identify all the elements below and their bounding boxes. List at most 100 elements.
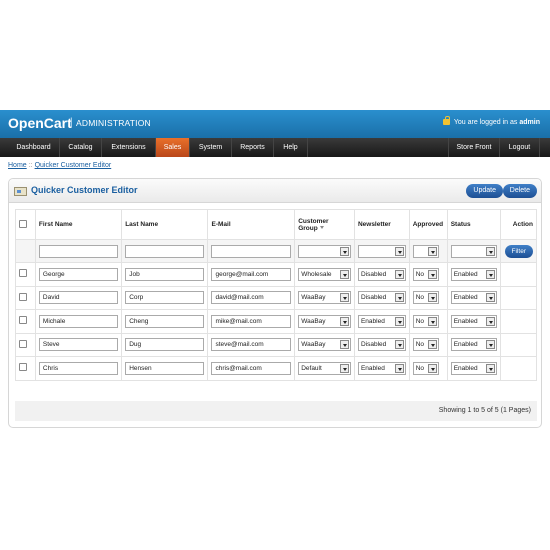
- newsletter-select[interactable]: Disabled: [357, 291, 406, 305]
- first-name-cell: Chris: [34, 356, 123, 381]
- filter-last-name-input[interactable]: [125, 244, 205, 258]
- filter-group-select[interactable]: [298, 244, 351, 258]
- email-field[interactable]: steve@mail.com: [211, 338, 292, 352]
- row-checkbox[interactable]: [19, 316, 27, 325]
- table-header-row: First Name Last Name E-Mail Customer Grou…: [15, 209, 537, 240]
- dropdown-arrow-icon: [339, 340, 349, 350]
- email-field[interactable]: mike@mail.com: [211, 314, 292, 328]
- menu-item-system[interactable]: System: [190, 138, 232, 157]
- customer-group-select[interactable]: WaaBay: [298, 314, 351, 328]
- status-select[interactable]: Enabled: [450, 361, 498, 375]
- row-select-cell: [15, 285, 36, 310]
- newsletter-select[interactable]: Disabled: [357, 267, 406, 281]
- status-value: Enabled: [453, 270, 478, 278]
- menu-item-help[interactable]: Help: [274, 138, 308, 157]
- col-last-name[interactable]: Last Name: [121, 209, 209, 240]
- customer-group-select[interactable]: WaaBay: [298, 291, 351, 305]
- col-email[interactable]: E-Mail: [207, 209, 296, 240]
- last-name-field[interactable]: Corp: [125, 291, 205, 305]
- col-action: Action: [500, 209, 537, 240]
- newsletter-select[interactable]: Disabled: [357, 338, 406, 352]
- first-name-field[interactable]: David: [38, 291, 119, 305]
- menu-item-catalog[interactable]: Catalog: [60, 138, 102, 157]
- customer-group-value: Wholesale: [301, 270, 332, 278]
- last-name-field[interactable]: Job: [125, 267, 205, 281]
- status-select[interactable]: Enabled: [450, 338, 498, 352]
- sort-desc-icon: [319, 226, 324, 230]
- group-cell: WaaBay: [294, 332, 355, 357]
- col-approved[interactable]: Approved: [408, 209, 448, 240]
- approved-select[interactable]: No: [412, 267, 439, 281]
- col-customer-group-label-1: Customer: [298, 217, 329, 225]
- email-field[interactable]: george@mail.com: [211, 267, 292, 281]
- filter-status-select[interactable]: [450, 244, 498, 258]
- filter-approved-select[interactable]: [412, 244, 439, 258]
- menu-item-logout[interactable]: Logout: [500, 138, 540, 157]
- newsletter-select[interactable]: Enabled: [357, 361, 406, 375]
- newsletter-value: Disabled: [360, 294, 387, 302]
- first-name-field[interactable]: George: [38, 267, 119, 281]
- status-select[interactable]: Enabled: [450, 267, 498, 281]
- customer-table: First Name Last Name E-Mail Customer Grou…: [15, 209, 537, 381]
- delete-button[interactable]: Delete: [502, 184, 537, 198]
- approved-select[interactable]: No: [412, 361, 439, 375]
- update-button[interactable]: Update: [466, 184, 503, 198]
- menu-item-sales[interactable]: Sales: [156, 138, 190, 157]
- first-name-field[interactable]: Steve: [38, 338, 119, 352]
- table-row: Michale Cheng mike@mail.com WaaBay Enabl…: [15, 309, 537, 334]
- menu-item-dashboard[interactable]: Dashboard: [8, 138, 60, 157]
- status-value: Enabled: [453, 364, 478, 372]
- approved-select[interactable]: No: [412, 314, 439, 328]
- email-field[interactable]: david@mail.com: [211, 291, 292, 305]
- menu-item-extensions[interactable]: Extensions: [102, 138, 156, 157]
- filter-button[interactable]: Filter: [504, 244, 533, 258]
- customer-group-select[interactable]: WaaBay: [298, 338, 351, 352]
- dropdown-arrow-icon: [427, 363, 437, 373]
- login-text: You are logged in as: [453, 119, 518, 126]
- main-menu: Dashboard Catalog Extensions Sales Syste…: [0, 138, 550, 157]
- menu-item-store-front[interactable]: Store Front: [448, 138, 500, 157]
- status-select[interactable]: Enabled: [450, 314, 498, 328]
- status-select[interactable]: Enabled: [450, 291, 498, 305]
- last-name-field[interactable]: Dug: [125, 338, 205, 352]
- filter-newsletter-select[interactable]: [357, 244, 406, 258]
- approved-cell: No: [408, 262, 448, 287]
- brand-logo[interactable]: OpenCart: [8, 115, 72, 131]
- first-name-field[interactable]: Chris: [38, 361, 119, 375]
- approved-select[interactable]: No: [412, 338, 439, 352]
- group-cell: WaaBay: [294, 309, 355, 334]
- status-value: Enabled: [453, 341, 478, 349]
- approved-value: No: [415, 341, 425, 349]
- last-name-cell: Hensen: [121, 356, 209, 381]
- row-checkbox[interactable]: [19, 339, 27, 348]
- col-newsletter[interactable]: Newsletter: [353, 209, 410, 240]
- menu-item-reports[interactable]: Reports: [232, 138, 274, 157]
- filter-first-name-input[interactable]: [38, 244, 119, 258]
- breadcrumb-home[interactable]: Home: [8, 162, 27, 169]
- col-first-name[interactable]: First Name: [34, 209, 123, 240]
- panel-title: Quicker Customer Editor: [31, 185, 138, 195]
- email-field[interactable]: chris@mail.com: [211, 361, 292, 375]
- table-row: Steve Dug steve@mail.com WaaBay Disabled…: [15, 332, 537, 357]
- last-name-field[interactable]: Cheng: [125, 314, 205, 328]
- newsletter-select[interactable]: Enabled: [357, 314, 406, 328]
- email-cell: chris@mail.com: [207, 356, 296, 381]
- row-checkbox[interactable]: [19, 363, 27, 372]
- dropdown-arrow-icon: [427, 293, 437, 303]
- action-cell: [500, 332, 537, 357]
- col-status[interactable]: Status: [446, 209, 502, 240]
- customer-group-select[interactable]: Wholesale: [298, 267, 351, 281]
- last-name-field[interactable]: Hensen: [125, 361, 205, 375]
- breadcrumb-current[interactable]: Quicker Customer Editor: [35, 162, 112, 169]
- first-name-field[interactable]: Michale: [38, 314, 119, 328]
- approved-select[interactable]: No: [412, 291, 439, 305]
- select-all-checkbox[interactable]: [19, 219, 27, 228]
- col-customer-group-label-2: Group: [298, 224, 318, 232]
- row-checkbox[interactable]: [19, 269, 27, 278]
- col-customer-group[interactable]: Customer Group: [294, 209, 355, 240]
- customer-group-select[interactable]: Default: [298, 361, 351, 375]
- filter-email-input[interactable]: [211, 244, 292, 258]
- status-cell: Enabled: [446, 356, 502, 381]
- row-checkbox[interactable]: [19, 292, 27, 301]
- dropdown-arrow-icon: [486, 340, 496, 350]
